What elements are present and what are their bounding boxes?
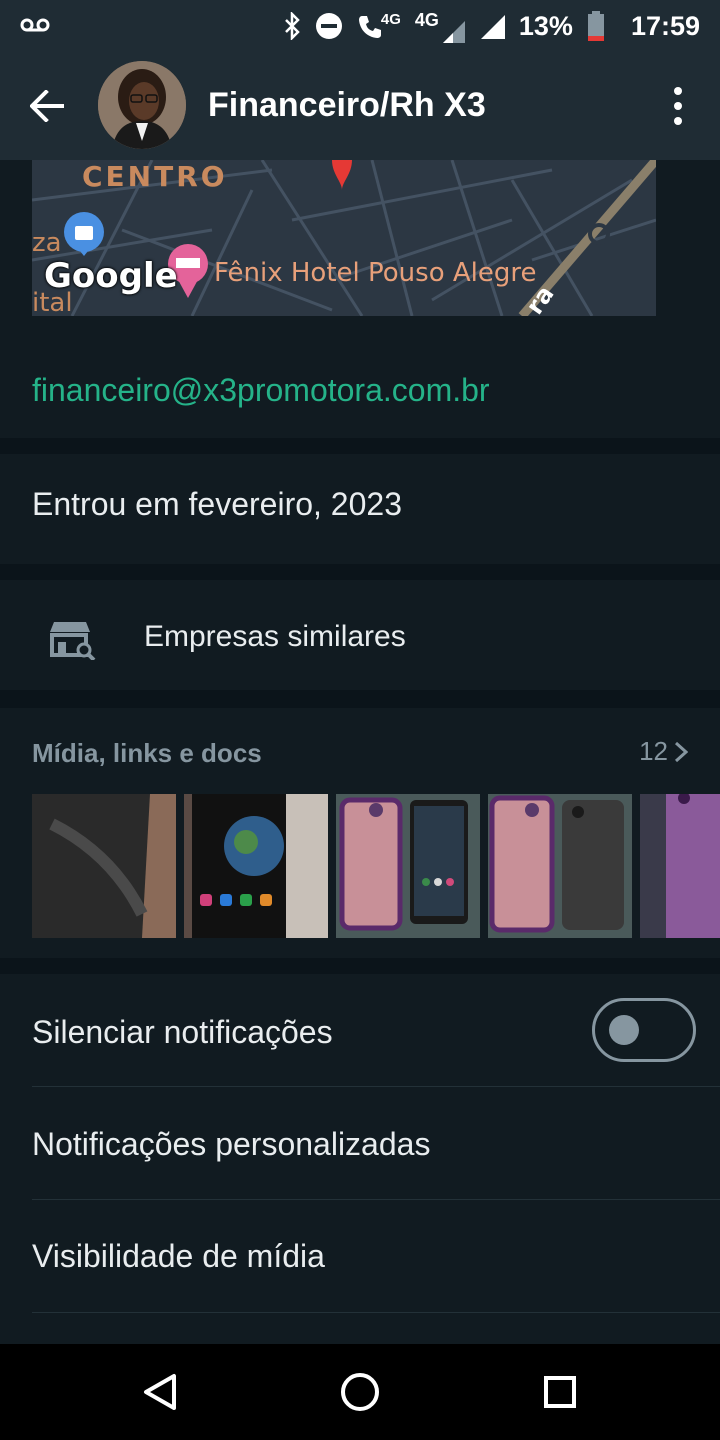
purple-phone-photo (640, 794, 720, 938)
phone-call-icon (358, 16, 381, 38)
map-label-centro: CENTRO (82, 160, 228, 193)
media-thumbnails (32, 794, 720, 938)
map-label-hotel: Fênix Hotel Pouso Alegre (214, 258, 537, 288)
phone-back-photo (32, 794, 176, 938)
media-section: Mídia, links e docs 12 (0, 708, 720, 958)
chevron-right-icon (674, 741, 688, 762)
custom-notifications-label: Notificações personalizadas (32, 1126, 431, 1162)
bluetooth-icon (284, 12, 300, 40)
back-button[interactable] (24, 82, 72, 130)
nav-home-button[interactable] (336, 1368, 384, 1416)
network-label: 4G (414, 9, 439, 30)
media-thumbnail[interactable] (488, 794, 632, 938)
media-count: 12 (639, 736, 668, 766)
clock: 17:59 (630, 10, 700, 41)
mute-notifications-toggle[interactable] (592, 998, 696, 1062)
store-search-icon (50, 622, 96, 660)
avatar[interactable] (98, 61, 186, 149)
business-info-section: CENTRO za ital Google Fênix Hotel Pouso … (0, 160, 720, 438)
profile-content: CENTRO za ital Google Fênix Hotel Pouso … (0, 160, 720, 1344)
signal-icon-2 (480, 15, 505, 39)
more-vert-icon-dot (674, 117, 682, 125)
triangle-back-icon (144, 1374, 176, 1410)
wifi-calling-status: 4G (357, 10, 401, 39)
media-thumbnail[interactable] (184, 794, 328, 938)
network-small-label: 4G (380, 10, 401, 28)
do-not-disturb-icon (315, 13, 342, 39)
status-bar: 4G 4G 13% 17:59 (0, 0, 720, 52)
square-recents-icon (544, 1376, 576, 1408)
media-visibility-label: Visibilidade de mídia (32, 1238, 325, 1274)
mute-notifications-label: Silenciar notificações (32, 1014, 333, 1050)
two-phones-back-photo (488, 794, 632, 938)
notification-settings-section: Silenciar notificações Notificações pers… (0, 974, 720, 1344)
nav-recents-button[interactable] (536, 1368, 584, 1416)
more-vert-icon-dot (674, 102, 682, 110)
toggle-knob (609, 1015, 639, 1045)
nav-back-button[interactable] (136, 1368, 184, 1416)
more-vert-icon-dot (674, 87, 682, 95)
two-phones-photo (336, 794, 480, 938)
system-nav-bar (0, 1344, 720, 1440)
divider (32, 1312, 720, 1313)
battery-icon (587, 11, 604, 41)
custom-notifications-row[interactable]: Notificações personalizadas (0, 1087, 720, 1199)
similar-businesses-row[interactable]: Empresas similares (0, 580, 720, 690)
map-label-za: za (32, 228, 62, 258)
voicemail-icon (20, 18, 50, 32)
media-visibility-row[interactable]: Visibilidade de mídia (0, 1200, 720, 1312)
media-count-button[interactable]: 12 (639, 736, 688, 767)
more-options-button[interactable] (658, 82, 698, 130)
battery-percent: 13% (518, 10, 573, 41)
media-section-title[interactable]: Mídia, links e docs (32, 738, 262, 769)
circle-home-icon (341, 1373, 379, 1411)
joined-section: Entrou em fevereiro, 2023 (0, 454, 720, 564)
email-link[interactable]: financeiro@x3promotora.com.br (32, 372, 490, 409)
media-thumbnail[interactable] (640, 794, 720, 938)
joined-date: Entrou em fevereiro, 2023 (32, 486, 402, 522)
arrow-back-icon (30, 90, 64, 122)
profile-photo (98, 61, 186, 149)
mute-notifications-row[interactable]: Silenciar notificações (0, 974, 720, 1086)
google-logo: Google (44, 256, 178, 296)
media-thumbnail[interactable] (336, 794, 480, 938)
similar-businesses-label: Empresas similares (144, 620, 406, 653)
app-header: Financeiro/Rh X3 (0, 52, 720, 160)
media-thumbnail[interactable] (32, 794, 176, 938)
phone-screen-photo (184, 794, 328, 938)
location-map[interactable]: CENTRO za ital Google Fênix Hotel Pouso … (32, 160, 656, 316)
signal-icon (442, 20, 465, 43)
contact-name[interactable]: Financeiro/Rh X3 (208, 86, 486, 125)
